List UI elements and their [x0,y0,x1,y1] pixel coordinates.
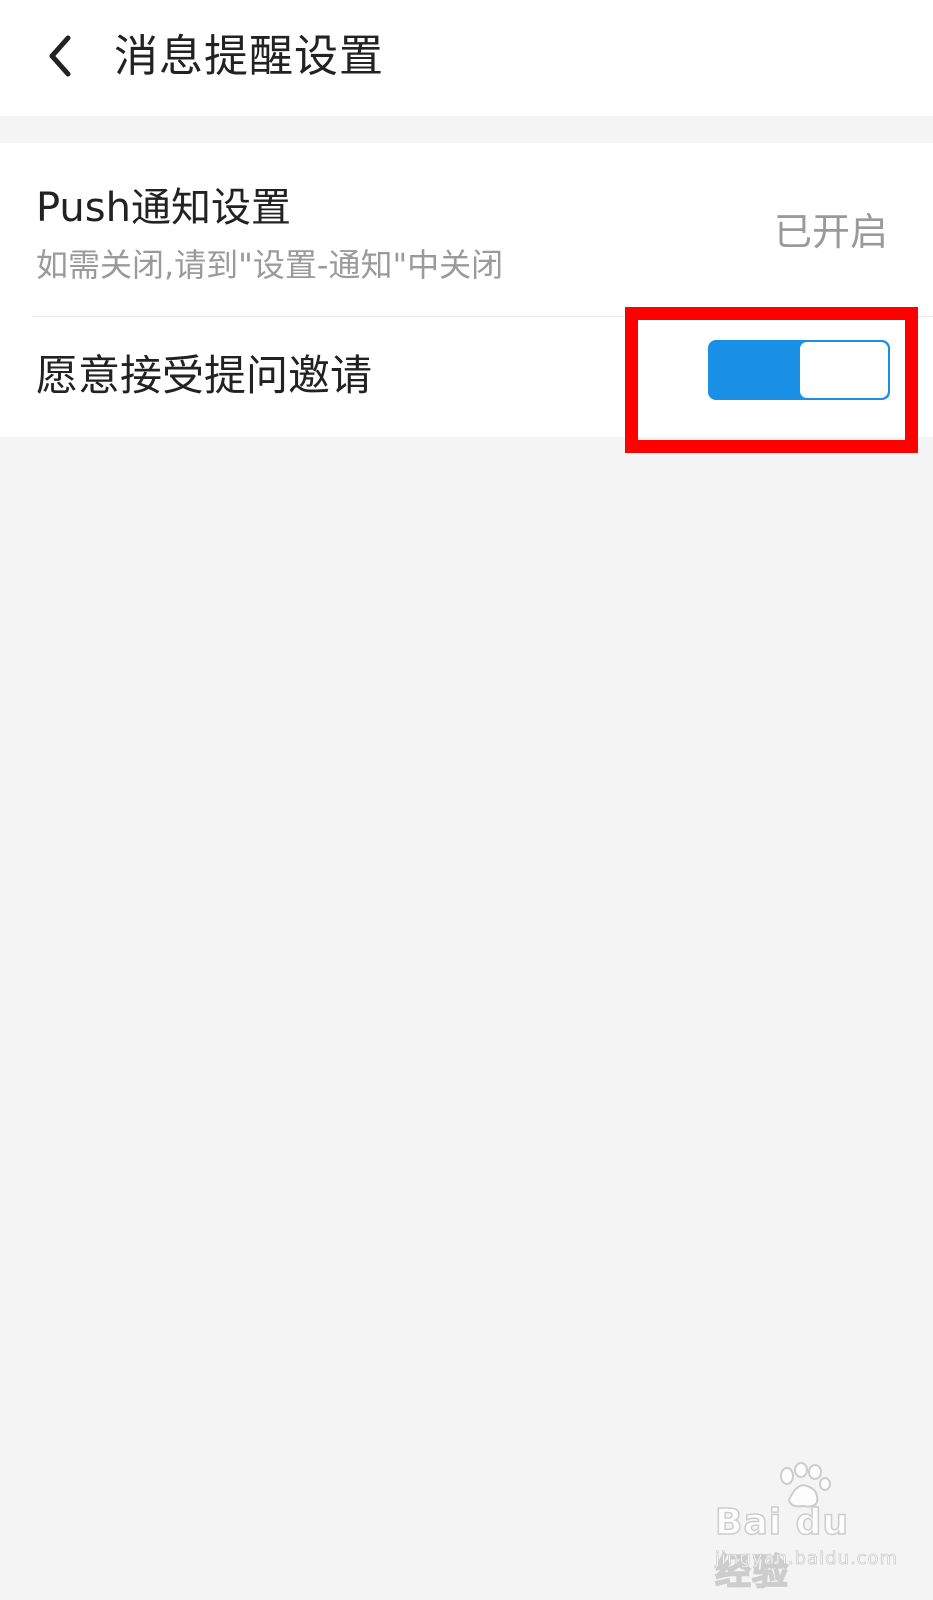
accept-invite-label: 愿意接受提问邀请 [36,351,373,400]
push-status-value: 已开启 [773,210,888,254]
back-button[interactable] [30,22,90,90]
chevron-left-icon [49,35,71,77]
watermark-url: jingyan.baidu.com [715,1548,899,1570]
push-setting-title: Push通知设置 [36,185,291,231]
settings-page: 消息提醒设置 Push通知设置 如需关闭,请到"设置-通知"中关闭 已开启 愿意… [0,0,933,1600]
baidu-jingyan-watermark: Bai du 经验 jingyan.baidu.com [714,1462,899,1594]
page-title: 消息提醒设置 [114,31,384,82]
top-bar: 消息提醒设置 [0,0,933,116]
annotation-highlight-box [625,307,918,453]
push-notification-row[interactable]: Push通知设置 如需关闭,请到"设置-通知"中关闭 已开启 [0,143,933,316]
push-setting-hint: 如需关闭,请到"设置-通知"中关闭 [36,246,504,284]
